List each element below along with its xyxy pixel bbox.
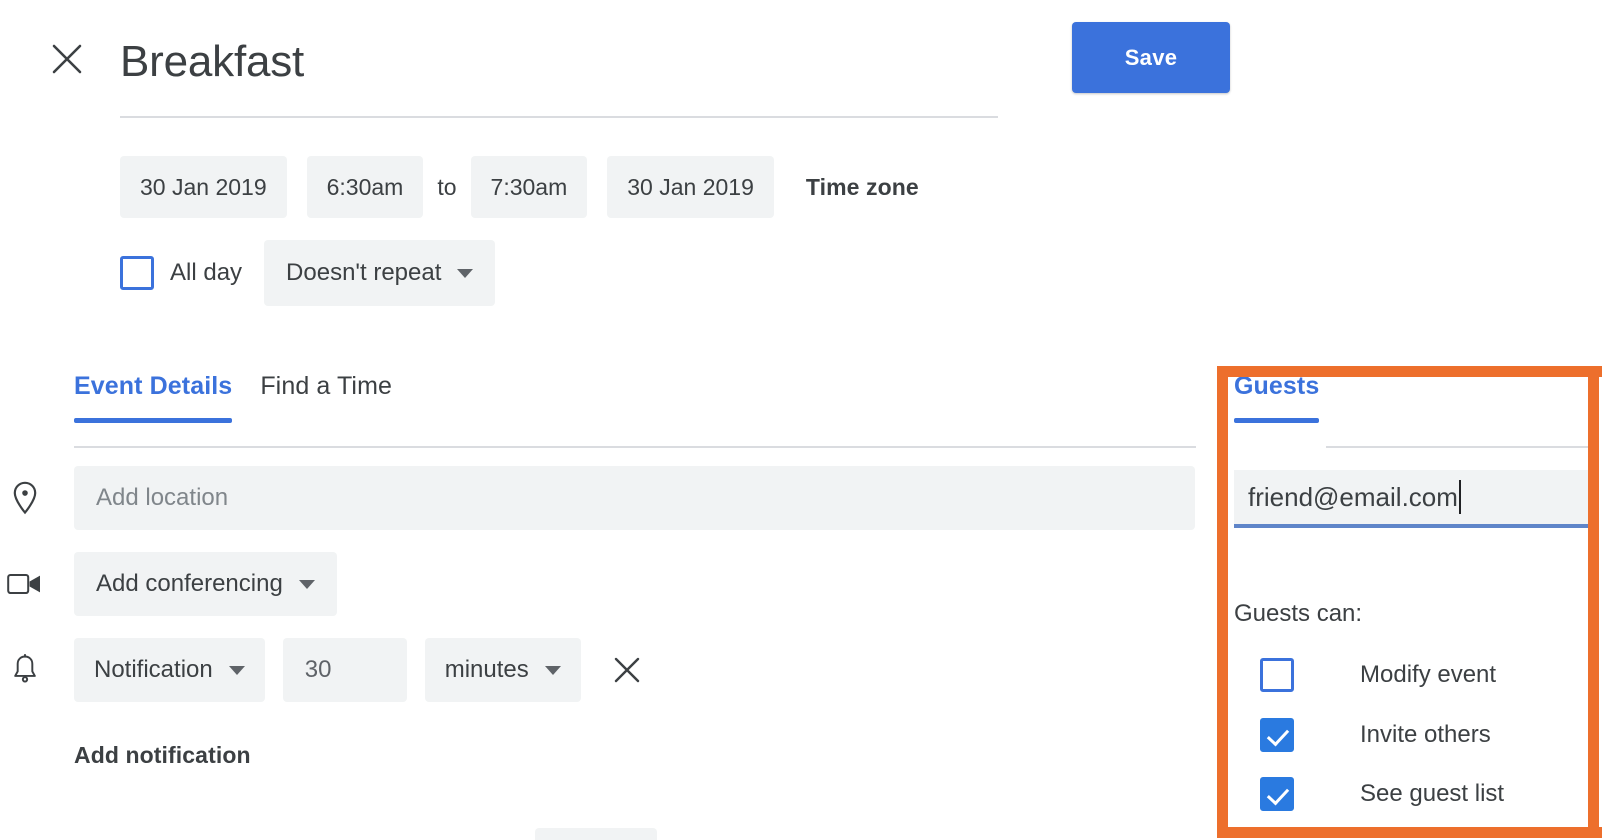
see-guest-list-label: See guest list — [1360, 780, 1505, 807]
tab-event-details[interactable]: Event Details — [74, 372, 233, 423]
guest-email-input[interactable]: friend@email.com — [1234, 470, 1594, 528]
invite-others-label: Invite others — [1360, 721, 1491, 748]
cutoff-field — [535, 828, 657, 840]
add-conferencing-dropdown[interactable]: Add conferencing — [74, 552, 337, 616]
invite-others-checkbox[interactable] — [1260, 718, 1294, 752]
modify-event-checkbox[interactable] — [1260, 658, 1294, 692]
see-guest-list-checkbox[interactable] — [1260, 777, 1294, 811]
recurrence-value: Doesn't repeat — [286, 259, 442, 286]
notification-row: Notification 30 minutes — [74, 638, 647, 702]
notification-amount-input[interactable]: 30 — [282, 638, 407, 702]
guests-highlight-box-right-edge — [1588, 366, 1599, 838]
start-date-field[interactable]: 30 Jan 2019 — [120, 156, 287, 218]
location-placeholder: Add location — [96, 484, 229, 511]
remove-notification-button[interactable] — [607, 650, 647, 690]
bell-icon — [4, 649, 46, 691]
tab-guests[interactable]: Guests — [1234, 372, 1320, 423]
event-title-input[interactable]: Breakfast — [120, 34, 304, 90]
permission-row-see-guest-list: See guest list — [1260, 775, 1504, 813]
tabs-divider — [74, 446, 1196, 448]
chevron-down-icon — [544, 665, 561, 675]
text-cursor — [1458, 480, 1461, 514]
end-time-field[interactable]: 7:30am — [470, 156, 588, 218]
title-underline — [120, 116, 998, 118]
conferencing-row: Add conferencing — [74, 552, 337, 616]
schedule-row: 30 Jan 2019 6:30am to 7:30am 30 Jan 2019… — [120, 156, 919, 218]
chevron-down-icon — [298, 579, 315, 589]
end-date-field[interactable]: 30 Jan 2019 — [607, 156, 774, 218]
notification-unit-value: minutes — [444, 656, 529, 683]
tab-find-a-time[interactable]: Find a Time — [260, 372, 392, 423]
permission-row-modify-event: Modify event — [1260, 656, 1496, 694]
guests-tabs-divider — [1326, 446, 1588, 448]
close-icon — [614, 657, 639, 683]
time-zone-button[interactable]: Time zone — [806, 174, 919, 201]
event-tabs: Event Details Find a Time — [74, 372, 392, 423]
notification-unit-dropdown[interactable]: minutes — [424, 638, 581, 702]
start-time-field[interactable]: 6:30am — [306, 156, 424, 218]
all-day-label: All day — [170, 259, 243, 286]
add-notification-button[interactable]: Add notification — [74, 742, 251, 769]
close-event-button[interactable] — [46, 38, 88, 80]
chevron-down-icon — [228, 665, 245, 675]
modify-event-label: Modify event — [1360, 661, 1497, 688]
all-day-row: All day Doesn't repeat — [120, 240, 496, 306]
add-conferencing-label: Add conferencing — [96, 570, 283, 597]
guests-panel: Guests — [1234, 372, 1588, 423]
all-day-checkbox[interactable] — [120, 256, 154, 290]
guests-permissions-label: Guests can: — [1234, 600, 1363, 627]
location-input[interactable]: Add location — [74, 466, 1195, 530]
location-pin-icon — [4, 477, 46, 519]
guest-email-value: friend@email.com — [1248, 481, 1458, 512]
notification-type-dropdown[interactable]: Notification — [74, 638, 265, 702]
to-label: to — [437, 173, 457, 200]
permission-row-invite-others: Invite others — [1260, 716, 1491, 754]
chevron-down-icon — [457, 268, 474, 278]
notification-type-value: Notification — [94, 656, 213, 683]
video-camera-icon — [4, 563, 46, 605]
close-icon — [52, 44, 82, 74]
recurrence-dropdown[interactable]: Doesn't repeat — [264, 240, 496, 306]
save-button[interactable]: Save — [1072, 22, 1230, 93]
